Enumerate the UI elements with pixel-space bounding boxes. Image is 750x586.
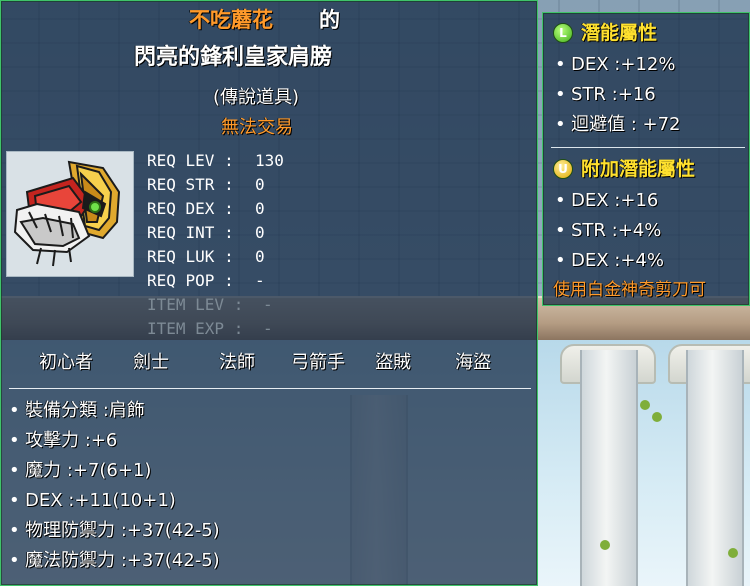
additional-potential-line-3: DEX :+4% bbox=[571, 250, 664, 271]
req-value-lev: 130 bbox=[255, 151, 284, 170]
shoulder-armor-icon bbox=[13, 160, 121, 267]
req-label-item-exp: ITEM EXP : bbox=[147, 319, 244, 338]
unique-badge-icon: U bbox=[553, 159, 573, 179]
potential-line-1: DEX :+12% bbox=[571, 54, 676, 75]
req-label-pop: REQ POP : bbox=[147, 271, 234, 290]
bullet-dot: • bbox=[9, 400, 20, 421]
req-value-dex: 0 bbox=[255, 199, 265, 218]
req-value-str: 0 bbox=[255, 175, 265, 194]
bullet-dot: • bbox=[555, 114, 566, 135]
job-bowman: 弓箭手 bbox=[291, 352, 345, 373]
req-value-int: 0 bbox=[255, 223, 265, 242]
bullet-dot: • bbox=[555, 190, 566, 211]
trade-status: 無法交易 bbox=[221, 117, 293, 138]
vine-leaf bbox=[652, 412, 662, 422]
job-thief: 盜賊 bbox=[375, 352, 411, 373]
stat-magic: 魔力 :+7(6+1) bbox=[25, 460, 152, 481]
bullet-dot: • bbox=[555, 220, 566, 241]
req-value-luk: 0 bbox=[255, 247, 265, 266]
bullet-dot: • bbox=[555, 54, 566, 75]
bullet-dot: • bbox=[9, 550, 20, 571]
stat-dex: DEX :+11(10+1) bbox=[25, 490, 176, 511]
job-pirate: 海盜 bbox=[455, 352, 491, 373]
vine-leaf bbox=[640, 400, 650, 410]
stat-attack: 攻擊力 :+6 bbox=[25, 430, 118, 451]
potential-divider bbox=[551, 147, 745, 148]
req-value-item-lev: - bbox=[263, 295, 273, 314]
job-magician: 法師 bbox=[219, 352, 255, 373]
bullet-dot: • bbox=[9, 490, 20, 511]
req-label-dex: REQ DEX : bbox=[147, 199, 234, 218]
req-value-pop: - bbox=[255, 271, 265, 290]
potential-line-3: 迴避值 : +72 bbox=[571, 114, 681, 135]
bullet-dot: • bbox=[555, 250, 566, 271]
stat-magic-defense: 魔法防禦力 :+37(42-5) bbox=[25, 550, 220, 571]
additional-potential-heading: 附加潛能屬性 bbox=[581, 158, 696, 180]
req-label-item-lev: ITEM LEV : bbox=[147, 295, 244, 314]
owner-name: 不吃蘑花 bbox=[189, 8, 273, 32]
req-label-lev: REQ LEV : bbox=[147, 151, 234, 170]
legendary-badge-icon: L bbox=[553, 23, 573, 43]
section-divider bbox=[9, 388, 531, 389]
req-label-int: REQ INT : bbox=[147, 223, 234, 242]
potential-line-2: STR :+16 bbox=[571, 84, 656, 105]
job-warrior: 劍士 bbox=[133, 352, 169, 373]
req-label-str: REQ STR : bbox=[147, 175, 234, 194]
bullet-dot: • bbox=[555, 84, 566, 105]
stat-physical-defense: 物理防禦力 :+37(42-5) bbox=[25, 520, 220, 541]
item-name: 閃亮的鋒利皇家肩膀 bbox=[134, 45, 333, 70]
bullet-dot: • bbox=[9, 460, 20, 481]
item-rarity: (傳說道具) bbox=[213, 87, 300, 108]
req-value-item-exp: - bbox=[263, 319, 273, 338]
vine-leaf bbox=[600, 540, 610, 550]
additional-potential-line-2: STR :+4% bbox=[571, 220, 662, 241]
additional-potential-line-1: DEX :+16 bbox=[571, 190, 659, 211]
stat-equip-type: 裝備分類 :肩飾 bbox=[25, 400, 145, 421]
marble-pillar bbox=[580, 350, 638, 586]
vine-leaf bbox=[728, 548, 738, 558]
item-icon-frame bbox=[6, 151, 134, 277]
item-tooltip: 不吃蘑花 的 閃亮的鋒利皇家肩膀 (傳說道具) 無法交易 REQ LEV : 1… bbox=[0, 0, 538, 586]
potential-tooltip: L 潛能屬性 • DEX :+12% • STR :+16 • 迴避值 : +7… bbox=[542, 12, 750, 306]
scissors-note: 使用白金神奇剪刀可 bbox=[553, 280, 706, 300]
potential-heading: 潛能屬性 bbox=[581, 22, 658, 44]
bullet-dot: • bbox=[9, 520, 20, 541]
req-label-luk: REQ LUK : bbox=[147, 247, 234, 266]
bullet-dot: • bbox=[9, 430, 20, 451]
owner-suffix: 的 bbox=[319, 8, 340, 32]
job-beginner: 初心者 bbox=[39, 352, 93, 373]
